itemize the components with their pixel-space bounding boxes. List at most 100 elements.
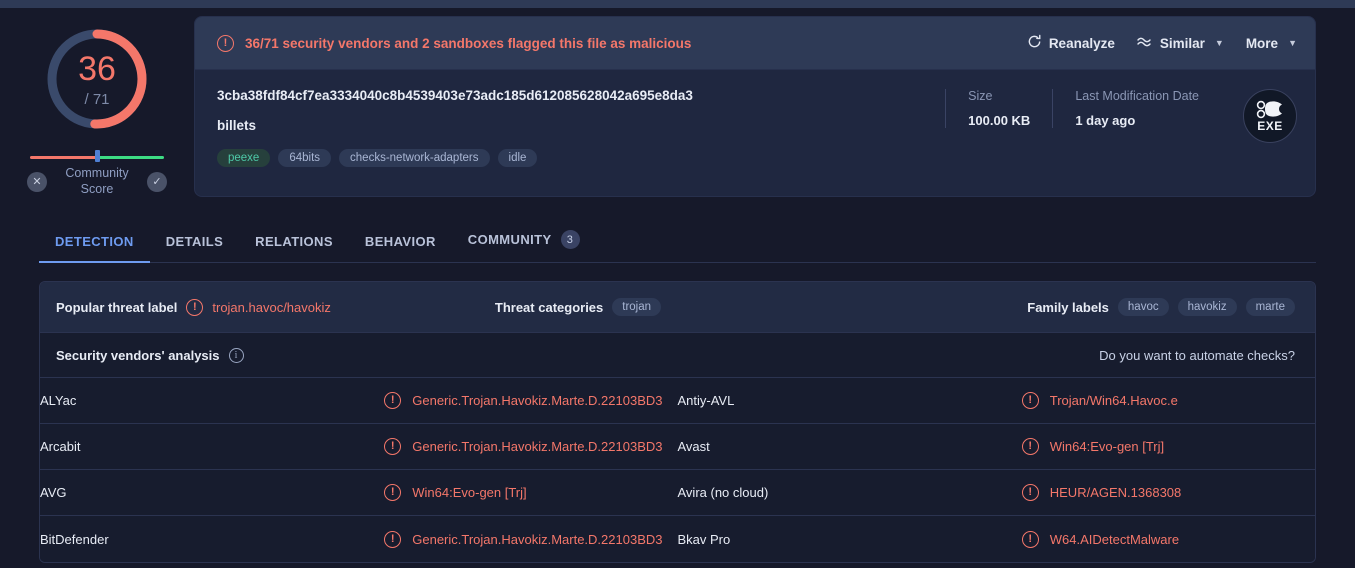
file-name: billets — [217, 117, 257, 133]
table-row: Arcabit ! Generic.Trojan.Havokiz.Marte.D… — [40, 423, 1315, 470]
card-actions: Reanalyze Similar ▼ More ▼ — [1027, 34, 1297, 52]
refresh-icon — [1027, 34, 1042, 52]
community-score-row: ✕ Community Score ✓ — [22, 166, 172, 197]
vote-up-icon[interactable]: ✓ — [147, 171, 167, 192]
meta-last-modified-label: Last Modification Date — [1075, 89, 1199, 103]
vendor-result-text[interactable]: Generic.Trojan.Havokiz.Marte.D.22103BD3 — [412, 439, 662, 454]
tab-detection-label: DETECTION — [55, 234, 134, 250]
tab-behavior[interactable]: BEHAVIOR — [349, 234, 452, 262]
similar-label: Similar — [1159, 35, 1205, 51]
exclamation-circle-icon: ! — [1021, 392, 1039, 410]
community-label-line1: Community — [65, 166, 129, 180]
meta-size-label: Size — [968, 89, 993, 103]
family-label-pill: marte — [1245, 298, 1295, 317]
section-tabs: DETECTION DETAILS RELATIONS BEHAVIOR COM… — [39, 215, 1316, 264]
community-score-slider[interactable] — [22, 150, 172, 162]
vendor-result-text[interactable]: Trojan/Win64.Havoc.e — [1050, 393, 1178, 408]
vendor-name: AVG — [40, 485, 67, 501]
tab-detection[interactable]: DETECTION — [39, 234, 150, 264]
summary-section: 36 / 71 ✕ Community Score ✓ ! 36/71 secu… — [0, 8, 1355, 198]
vendor-result-text[interactable]: Generic.Trojan.Havokiz.Marte.D.22103BD3 — [412, 532, 662, 547]
exclamation-circle-icon: ! — [186, 298, 204, 316]
similar-icon — [1137, 35, 1153, 51]
file-identity: 3cba38fdf84cf7ea3334040c8b4539403e73adc1… — [217, 87, 945, 167]
result-cell: ! Generic.Trojan.Havokiz.Marte.D.22103BD… — [384, 530, 677, 548]
file-type-label: EXE — [1257, 118, 1283, 133]
tab-behavior-label: BEHAVIOR — [364, 234, 436, 250]
table-row: BitDefender ! Generic.Trojan.Havokiz.Mar… — [40, 515, 1315, 562]
vendor-result-text[interactable]: Win64:Evo-gen [Trj] — [412, 485, 526, 500]
tab-community-label: COMMUNITY — [467, 232, 552, 248]
file-summary-card: ! 36/71 security vendors and 2 sandboxes… — [194, 16, 1316, 198]
tab-relations-label: RELATIONS — [255, 234, 333, 250]
result-cell: ! W64.AIDetectMalware — [1021, 530, 1315, 548]
vendor-result: ! Generic.Trojan.Havokiz.Marte.D.22103BD… — [384, 378, 677, 424]
reanalyze-label: Reanalyze — [1048, 35, 1115, 51]
tab-relations[interactable]: RELATIONS — [239, 234, 349, 262]
vendor-result-text[interactable]: W64.AIDetectMalware — [1050, 532, 1179, 547]
exe-glyph — [1256, 100, 1282, 118]
community-score-widget: ✕ Community Score ✓ — [22, 150, 172, 197]
more-label: More — [1245, 35, 1279, 51]
threat-categories-group: Threat categories trojan — [494, 298, 662, 317]
detection-panel: Popular threat label ! trojan.havoc/havo… — [39, 281, 1316, 563]
vendors-analysis-header: Security vendors' analysis i Do you want… — [40, 332, 1315, 378]
family-label-pill: havokiz — [1177, 298, 1237, 317]
vendors-table: ALYac ! Generic.Trojan.Havokiz.Marte.D.2… — [40, 377, 1315, 562]
threat-category-pill: trojan — [612, 298, 662, 317]
family-labels-title: Family labels — [1027, 299, 1109, 315]
file-hash[interactable]: 3cba38fdf84cf7ea3334040c8b4539403e73adc1… — [217, 87, 945, 105]
info-icon[interactable]: i — [228, 347, 244, 363]
vendor-result: ! Trojan/Win64.Havoc.e — [1021, 378, 1315, 424]
detection-gauge-column: 36 / 71 ✕ Community Score ✓ — [0, 16, 194, 197]
family-label-pill: havoc — [1117, 298, 1169, 317]
automate-checks-link[interactable]: Do you want to automate checks? — [1099, 348, 1295, 363]
table-row: ALYac ! Generic.Trojan.Havokiz.Marte.D.2… — [40, 377, 1315, 424]
vendors-analysis-title: Security vendors' analysis — [56, 347, 220, 363]
exclamation-circle-icon: ! — [1021, 438, 1039, 456]
vendor-result: ! Generic.Trojan.Havokiz.Marte.D.22103BD… — [384, 424, 677, 470]
community-score-label: Community Score — [55, 166, 139, 197]
vendor-result: ! Win64:Evo-gen [Trj] — [1021, 424, 1315, 470]
exclamation-circle-icon: ! — [217, 34, 234, 52]
result-cell: ! HEUR/AGEN.1368308 — [1021, 484, 1315, 502]
slider-thumb[interactable] — [95, 150, 100, 162]
popular-threat-label-title: Popular threat label — [56, 299, 178, 315]
exclamation-circle-icon: ! — [1021, 530, 1039, 548]
file-tag[interactable]: 64bits — [278, 148, 332, 167]
file-tag[interactable]: checks-network-adapters — [339, 148, 490, 167]
file-tags: peexe 64bits checks-network-adapters idl… — [217, 148, 945, 167]
family-labels-group: Family labels havoc havokiz marte — [1027, 298, 1295, 317]
tab-details[interactable]: DETAILS — [150, 234, 239, 262]
exclamation-circle-icon: ! — [384, 438, 402, 456]
window-top-strip — [0, 0, 1355, 8]
file-tag[interactable]: peexe — [217, 148, 271, 167]
vendor-result-text[interactable]: HEUR/AGEN.1368308 — [1050, 485, 1182, 500]
vendor-name: Avast — [677, 439, 710, 455]
vendor-result-text[interactable]: Generic.Trojan.Havokiz.Marte.D.22103BD3 — [412, 393, 662, 408]
file-tag[interactable]: idle — [497, 148, 538, 167]
vendor-result: ! W64.AIDetectMalware — [1021, 516, 1315, 562]
meta-last-modified: Last Modification Date 1 day ago — [1052, 89, 1221, 128]
vendor-result: ! HEUR/AGEN.1368308 — [1021, 470, 1315, 516]
exclamation-circle-icon: ! — [384, 530, 402, 548]
vendor-name: Bkav Pro — [677, 531, 731, 547]
vendor-result-text[interactable]: Win64:Evo-gen [Trj] — [1050, 439, 1164, 454]
more-button[interactable]: More ▼ — [1246, 36, 1297, 51]
vendor-name: Avira (no cloud) — [677, 485, 769, 501]
vendors-table-body: ALYac ! Generic.Trojan.Havokiz.Marte.D.2… — [40, 377, 1315, 562]
tab-community[interactable]: COMMUNITY 3 — [452, 230, 596, 262]
vendor-result: ! Generic.Trojan.Havokiz.Marte.D.22103BD… — [384, 516, 677, 562]
threat-categories-title: Threat categories — [494, 299, 604, 315]
vendor-name: ALYac — [40, 393, 77, 409]
detection-ratio-gauge: 36 / 71 — [42, 24, 152, 134]
similar-button[interactable]: Similar ▼ — [1137, 35, 1224, 51]
vendor-name: Arcabit — [40, 439, 81, 455]
chevron-down-icon: ▼ — [1214, 38, 1224, 48]
reanalyze-button[interactable]: Reanalyze — [1027, 34, 1115, 52]
popular-threat-label-value[interactable]: trojan.havoc/havokiz — [212, 300, 331, 315]
threat-summary-bar: Popular threat label ! trojan.havoc/havo… — [40, 282, 1315, 333]
total-engines: / 71 — [84, 91, 110, 108]
file-meta: Size 100.00 KB Last Modification Date 1 … — [945, 87, 1297, 167]
vote-down-icon[interactable]: ✕ — [27, 171, 47, 192]
